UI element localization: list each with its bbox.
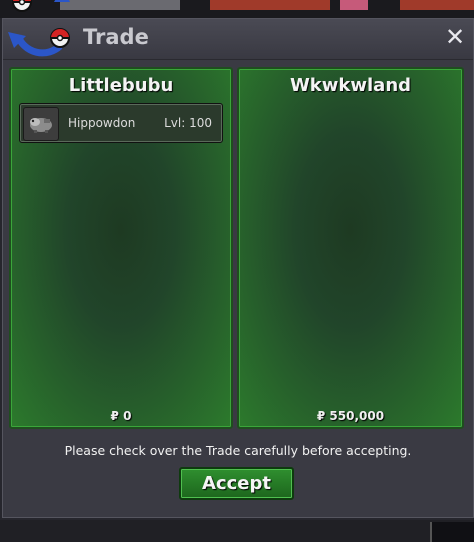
trade-item-slot[interactable]: Hippowdon Lvl: 100: [19, 103, 223, 143]
player-name-left: Littlebubu: [68, 75, 174, 96]
item-level: Lvl: 100: [164, 116, 212, 130]
background-block: [400, 0, 474, 10]
money-left: ₽ 0: [110, 409, 132, 423]
trade-panel-right: Wkwkwland ₽ 550,000: [237, 67, 464, 429]
background-strip-bottom: [0, 520, 474, 542]
background-block: [210, 0, 330, 10]
hippowdon-icon: [23, 107, 59, 141]
background-widget: [430, 522, 474, 542]
background-block: [340, 0, 368, 10]
close-icon[interactable]: ✕: [443, 23, 467, 51]
trade-panel-left: Littlebubu Hippowdon Lvl: 100 ₽ 0: [9, 67, 233, 429]
accept-button[interactable]: Accept: [179, 467, 294, 500]
player-name-right: Wkwkwland: [289, 75, 412, 96]
window-title: Trade: [83, 25, 149, 49]
trade-warning-text: Please check over the Trade carefully be…: [64, 443, 412, 458]
money-right: ₽ 550,000: [316, 409, 385, 423]
pokeball-arrows-icon: [4, 0, 78, 60]
trade-window: Trade ✕ Littlebubu Hippowdon Lvl: 100 ₽ …: [2, 18, 474, 518]
item-name: Hippowdon: [68, 116, 136, 130]
background-block: [60, 0, 180, 10]
